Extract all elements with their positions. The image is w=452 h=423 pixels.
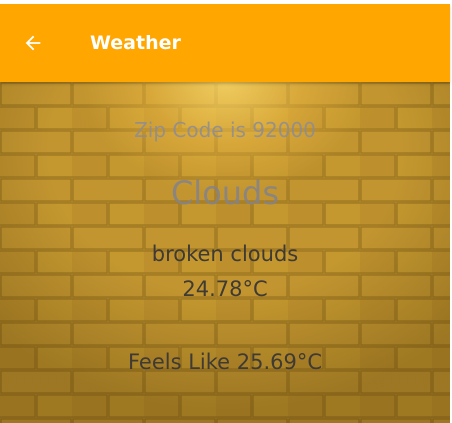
weather-description-text: broken clouds	[151, 242, 299, 266]
back-button[interactable]	[14, 24, 52, 62]
app-screen: Weather Zip Code is 92000 Clouds broken …	[0, 0, 452, 423]
page-title: Weather	[90, 32, 181, 54]
temperature-text: 24.78°C	[182, 277, 268, 301]
app-bar: Weather	[0, 4, 450, 82]
weather-content: Zip Code is 92000 Clouds broken clouds 2…	[0, 82, 450, 423]
weather-main-text: Clouds	[170, 174, 280, 212]
arrow-left-icon	[25, 35, 41, 51]
feels-like-text: Feels Like 25.69°C	[127, 350, 323, 374]
zip-code-text: Zip Code is 92000	[134, 118, 316, 142]
